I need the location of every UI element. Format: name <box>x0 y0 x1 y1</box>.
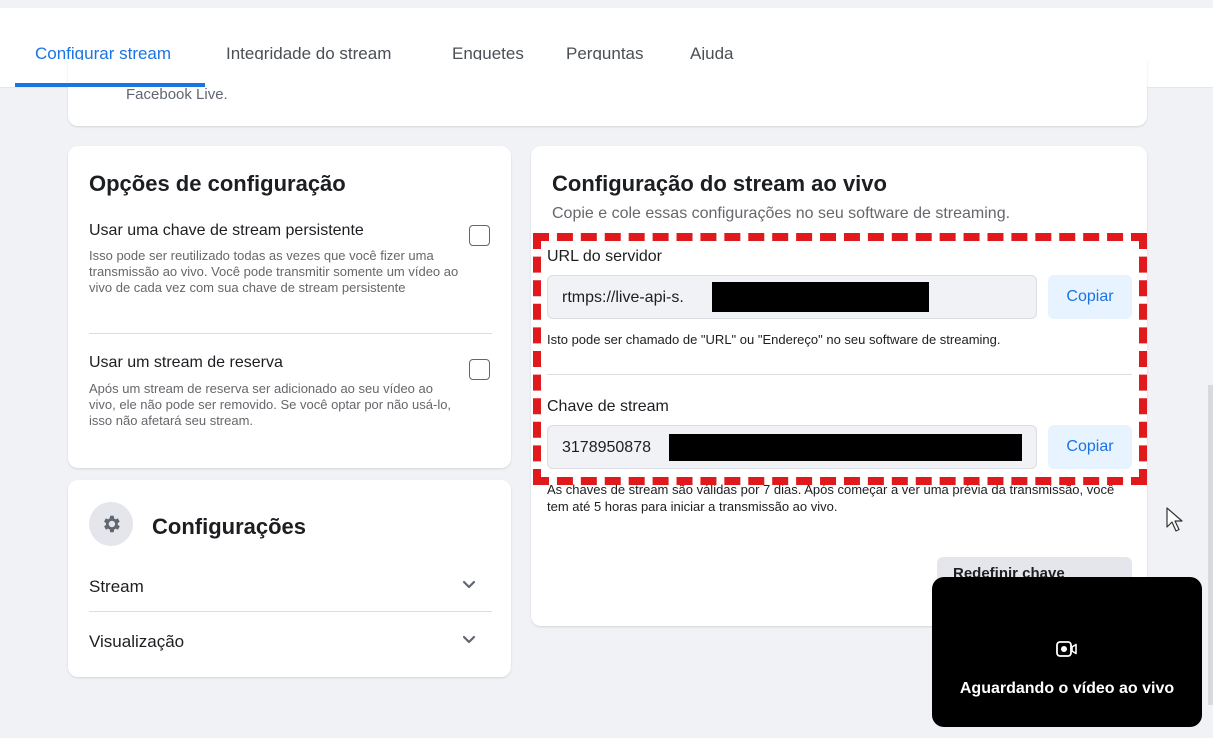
live-config-subtitle: Copie e cole essas configurações no seu … <box>552 205 1011 222</box>
settings-row-stream[interactable]: Stream <box>89 577 144 597</box>
backup-stream-checkbox[interactable] <box>469 359 490 380</box>
live-preview: Aguardando o vídeo ao vivo <box>932 577 1202 727</box>
live-config-title: Configuração do stream ao vivo <box>552 171 887 196</box>
gear-icon-circle <box>89 502 133 546</box>
options-divider <box>89 333 492 334</box>
scrollbar[interactable] <box>1208 385 1213 705</box>
server-url-label: URL do servidor <box>547 248 663 265</box>
persistent-key-description: Isso pode ser reutilizado todas as vezes… <box>89 248 459 295</box>
settings-row-visualizacao[interactable]: Visualização <box>89 632 184 652</box>
backup-stream-title: Usar um stream de reserva <box>89 354 283 371</box>
settings-title: Configurações <box>152 514 307 539</box>
chevron-down-icon[interactable] <box>459 630 479 650</box>
persistent-key-title: Usar uma chave de stream persistente <box>89 222 364 239</box>
server-url-value: rtmps://live-api-s. <box>562 289 684 306</box>
redacted-block <box>669 434 1022 461</box>
gear-icon <box>104 515 120 533</box>
intro-card: Facebook Live. <box>68 60 1147 126</box>
live-config-divider <box>547 374 1132 375</box>
copy-server-url-button[interactable]: Copiar <box>1048 275 1132 319</box>
stream-key-hint: As chaves de stream são válidas por 7 di… <box>547 482 1115 514</box>
live-config-card: Configuração do stream ao vivo Copie e c… <box>531 146 1147 626</box>
redacted-block <box>712 282 929 312</box>
persistent-key-checkbox[interactable] <box>469 225 490 246</box>
copy-stream-key-button[interactable]: Copiar <box>1048 425 1132 469</box>
preview-waiting-text: Aguardando o vídeo ao vivo <box>959 680 1175 697</box>
video-camera-icon <box>1056 641 1077 657</box>
intro-text: Facebook Live. <box>126 86 228 103</box>
options-title: Opções de configuração <box>89 171 346 196</box>
stream-key-value: 3178950878 <box>562 439 651 456</box>
server-url-hint: Isto pode ser chamado de "URL" ou "Ender… <box>547 332 1001 347</box>
active-tab-indicator <box>15 83 205 87</box>
options-card: Opções de configuração Usar uma chave de… <box>68 146 511 468</box>
backup-stream-description: Após um stream de reserva ser adicionado… <box>89 381 452 428</box>
mouse-cursor-icon <box>1166 507 1183 532</box>
settings-card: Configurações Stream Visualização <box>68 480 511 677</box>
stream-key-label: Chave de stream <box>547 398 669 415</box>
settings-divider <box>89 611 492 612</box>
chevron-down-icon[interactable] <box>459 575 479 595</box>
